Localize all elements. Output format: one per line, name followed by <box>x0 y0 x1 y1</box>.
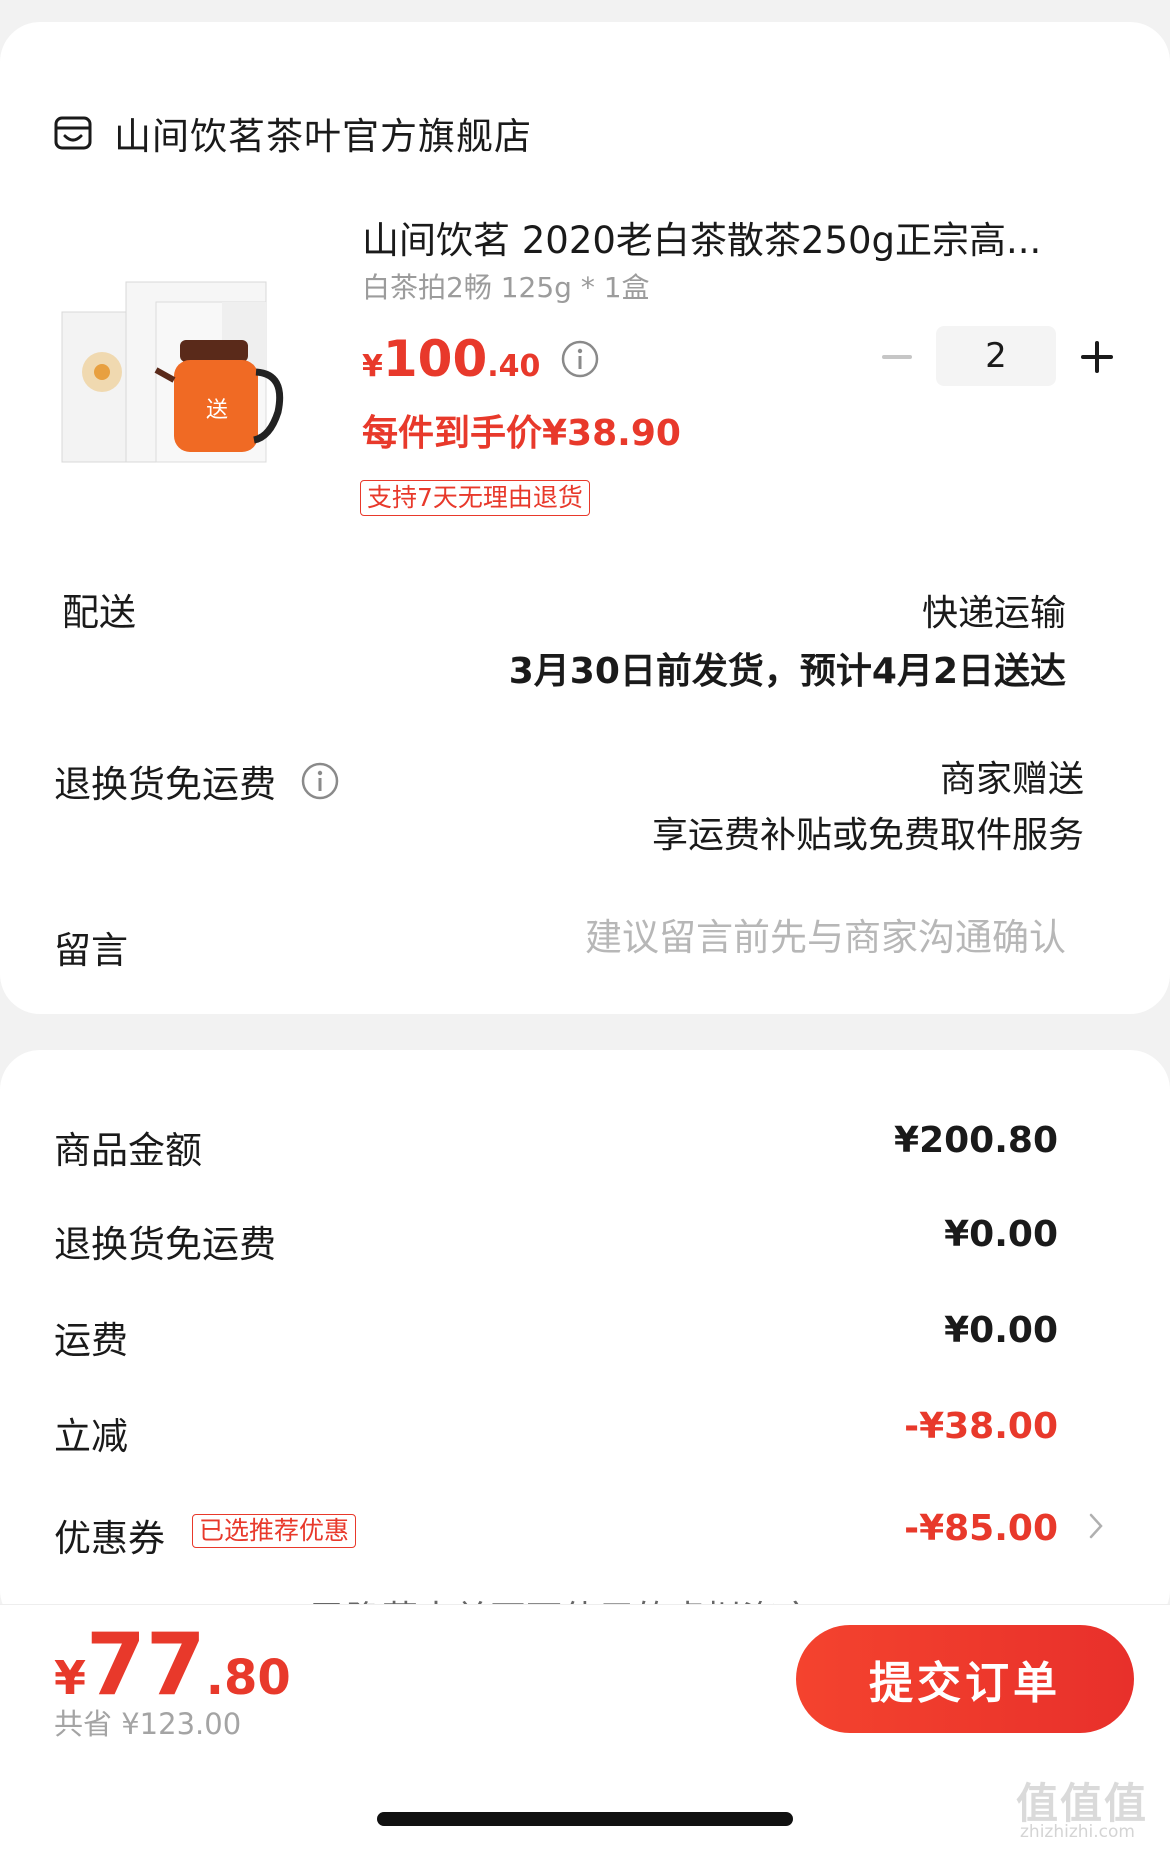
home-indicator[interactable] <box>377 1812 793 1826</box>
unit-price: 每件到手价¥38.90 <box>362 413 681 454</box>
return-shipping-info-icon[interactable] <box>300 761 340 801</box>
minus-icon <box>882 355 912 359</box>
total-integer: 77 <box>86 1615 206 1715</box>
delivery-eta: 3月30日前发货，预计4月2日送达 <box>508 651 1066 692</box>
product-spec[interactable]: 白茶拍2畅 125g * 1盒 <box>362 266 650 306</box>
total-symbol: ¥ <box>54 1651 87 1705</box>
delivery-label: 配送 <box>62 591 136 634</box>
product-image[interactable]: 送 <box>56 262 326 492</box>
price-info-icon[interactable] <box>560 339 600 379</box>
price-symbol: ¥ <box>362 349 383 384</box>
summary-label: 优惠券 <box>54 1517 165 1560</box>
submit-order-button[interactable]: 提交订单 <box>796 1625 1134 1733</box>
safe-area <box>0 1750 1170 1853</box>
quantity-value[interactable]: 2 <box>936 326 1056 386</box>
message-label: 留言 <box>54 929 128 972</box>
price-decimal: .40 <box>487 349 541 384</box>
message-input[interactable] <box>506 916 1066 959</box>
summary-row-return-shipping: 退换货免运费 ¥0.00 <box>54 1214 1058 1266</box>
summary-label: 运费 <box>54 1319 128 1362</box>
return-shipping-row: 退换货免运费 <box>54 754 340 808</box>
summary-value: ¥200.80 <box>894 1120 1058 1161</box>
quantity-decrease-button[interactable] <box>880 336 914 378</box>
checkout-bar: ¥ 77 .80 共省 ¥123.00 提交订单 <box>0 1604 1170 1750</box>
return-policy-badge: 支持7天无理由退货 <box>360 480 590 516</box>
store-icon <box>54 116 92 150</box>
return-shipping-value: 商家赠送 <box>939 759 1084 800</box>
summary-row-shipping: 运费 ¥0.00 <box>54 1310 1058 1362</box>
product-price: ¥ 100 .40 <box>362 330 600 388</box>
summary-row-goods-amount: 商品金额 ¥200.80 <box>54 1120 1058 1172</box>
total-saved: 共省 ¥123.00 <box>54 1707 242 1741</box>
coupon-badge: 已选推荐优惠 <box>192 1514 357 1548</box>
store-name: 山间饮茗茶叶官方旗舰店 <box>114 115 532 158</box>
product-title[interactable]: 山间饮茗 2020老白茶散茶250g正宗高... <box>362 210 1102 264</box>
summary-value: -¥85.00 <box>904 1508 1058 1549</box>
store-header[interactable]: 山间饮茗茶叶官方旗舰店 <box>54 106 532 160</box>
product-image-gift-label: 送 <box>206 398 228 423</box>
watermark-url: zhizhizhi.com <box>1020 1822 1135 1842</box>
return-shipping-desc: 享运费补贴或免费取件服务 <box>651 815 1084 856</box>
return-shipping-label: 退换货免运费 <box>54 763 276 806</box>
order-card: 山间饮茗茶叶官方旗舰店 送 山间饮茗 2020老白茶散茶250g正宗高... 白… <box>0 22 1170 1014</box>
quantity-increase-button[interactable] <box>1078 336 1116 378</box>
delivery-method[interactable]: 快递运输 <box>922 584 1066 636</box>
summary-row-coupon[interactable]: 优惠券 已选推荐优惠 -¥85.00 <box>54 1508 1058 1560</box>
summary-value: ¥0.00 <box>944 1310 1058 1351</box>
summary-value: ¥0.00 <box>944 1214 1058 1255</box>
total-decimal: .80 <box>205 1650 291 1706</box>
summary-label: 立减 <box>54 1415 128 1458</box>
summary-value: -¥38.00 <box>904 1406 1058 1447</box>
summary-label: 商品金额 <box>54 1129 202 1172</box>
summary-row-instant-discount: 立减 -¥38.00 <box>54 1406 1058 1458</box>
price-integer: 100 <box>382 330 488 388</box>
summary-label: 退换货免运费 <box>54 1223 276 1266</box>
chevron-right-icon[interactable] <box>1088 1512 1104 1540</box>
total-price: ¥ 77 .80 <box>54 1615 291 1715</box>
